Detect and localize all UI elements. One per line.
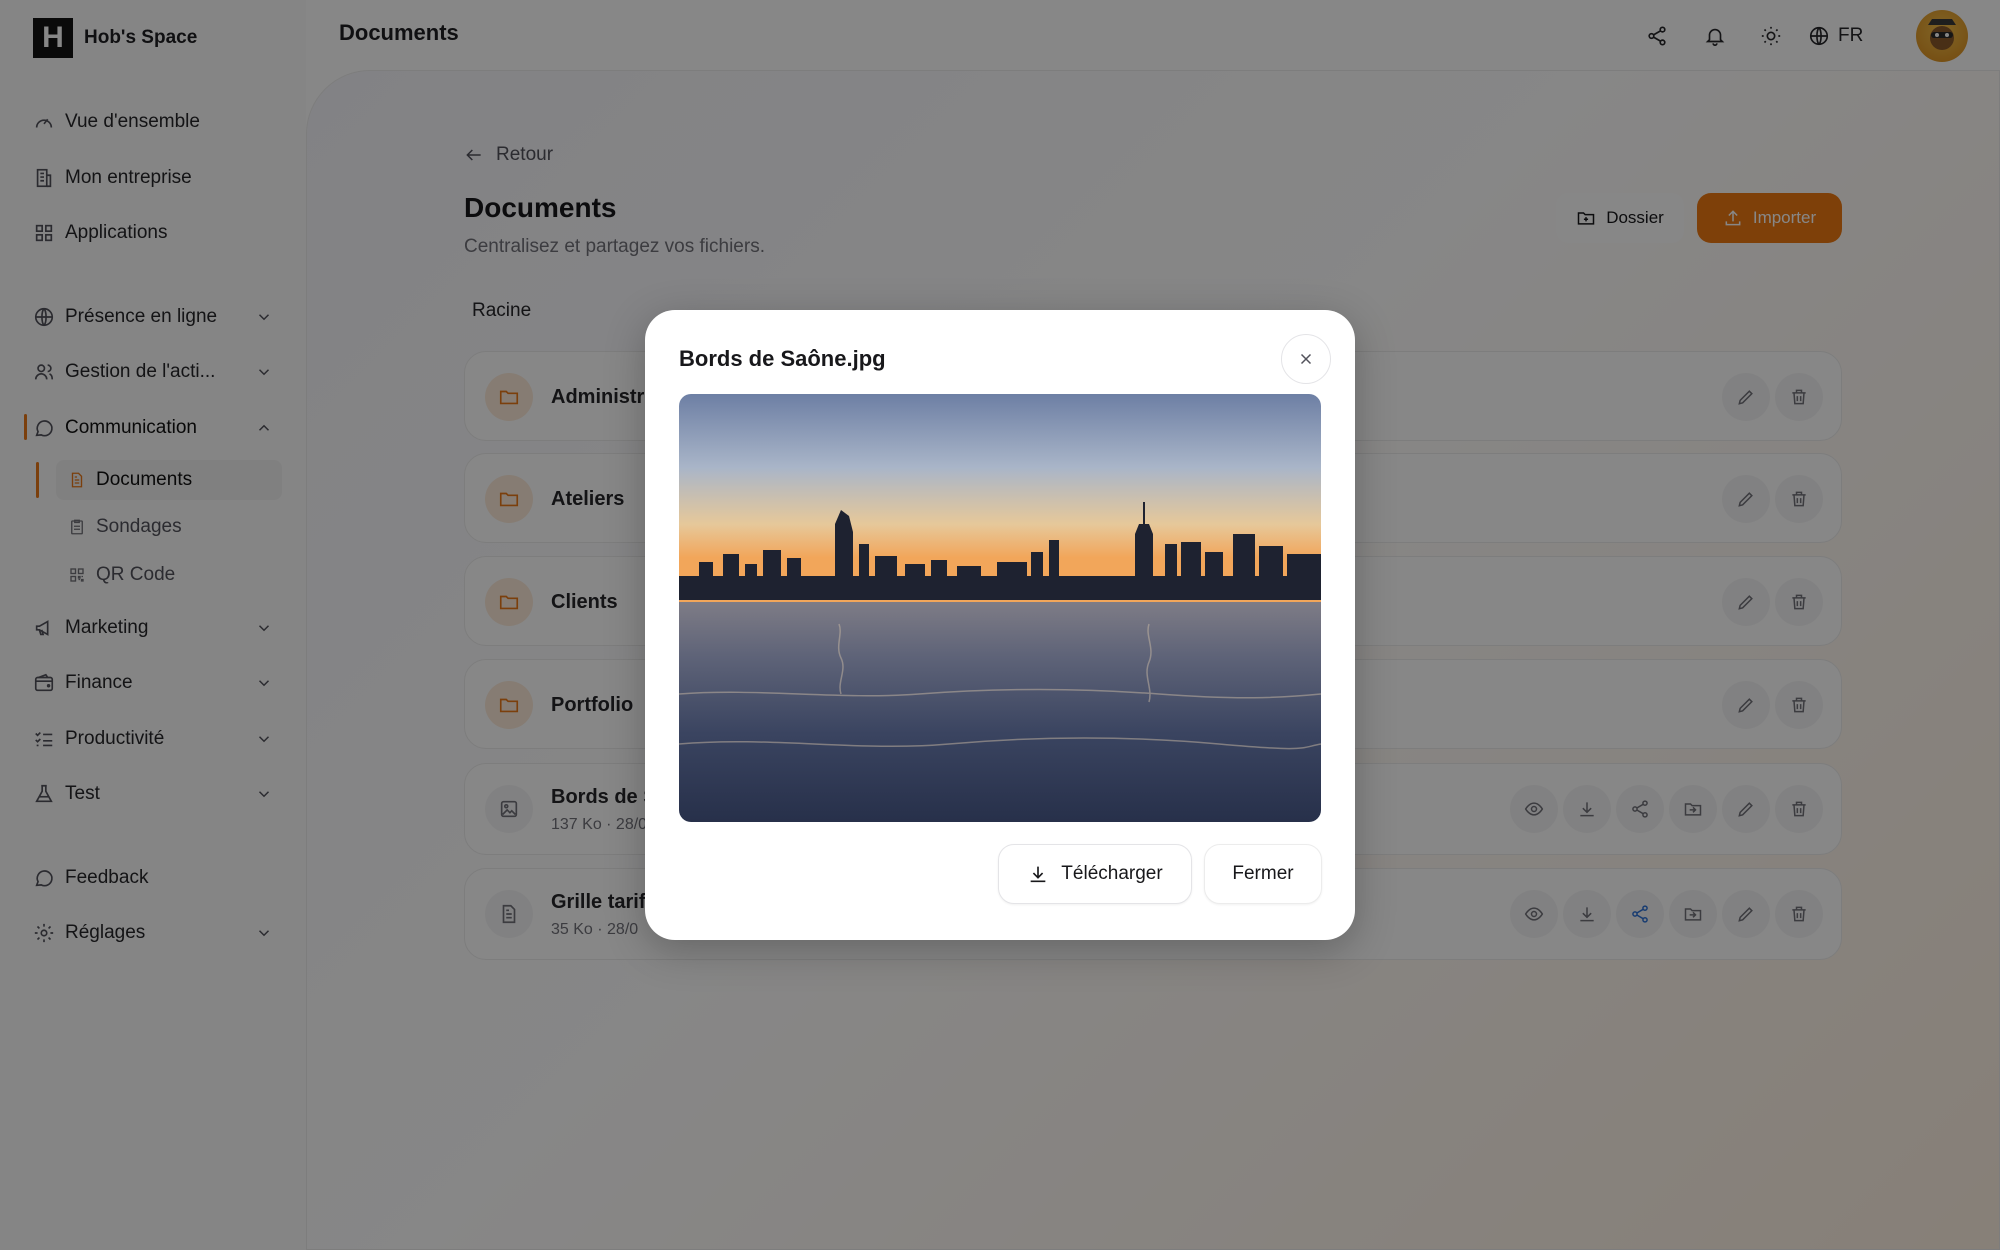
- download-button[interactable]: Télécharger: [998, 844, 1192, 904]
- image-preview-dialog: Bords de Saône.jpg Télécharger Fermer: [645, 310, 1355, 940]
- close-icon: [1300, 353, 1312, 365]
- download-label: Télécharger: [1061, 863, 1163, 884]
- dialog-title: Bords de Saône.jpg: [679, 346, 886, 371]
- dialog-close-button[interactable]: [1281, 334, 1331, 384]
- skyline-photo: [679, 394, 1321, 822]
- close-button[interactable]: Fermer: [1204, 844, 1322, 904]
- image-preview: [679, 394, 1321, 822]
- download-icon: [1030, 866, 1046, 883]
